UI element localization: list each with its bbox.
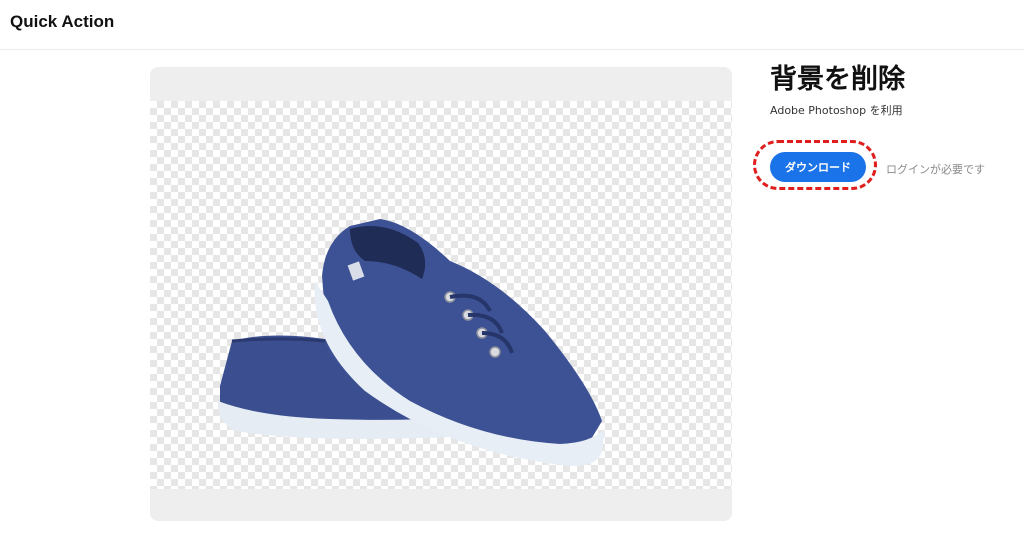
panel-subtitle: Adobe Photoshop を利用 bbox=[770, 104, 903, 117]
transparency-checkerboard bbox=[150, 101, 732, 489]
panel-title: 背景を削除 bbox=[770, 64, 905, 95]
image-preview-card bbox=[150, 67, 732, 521]
sneaker-image bbox=[218, 219, 605, 467]
top-bar: Quick Action bbox=[0, 0, 1024, 50]
app-title: Quick Action bbox=[10, 12, 115, 31]
login-required-note: ログインが必要です bbox=[886, 163, 985, 176]
action-panel: 背景を削除 Adobe Photoshop を利用 bbox=[770, 62, 1020, 118]
download-button[interactable]: ダウンロード bbox=[770, 152, 866, 182]
